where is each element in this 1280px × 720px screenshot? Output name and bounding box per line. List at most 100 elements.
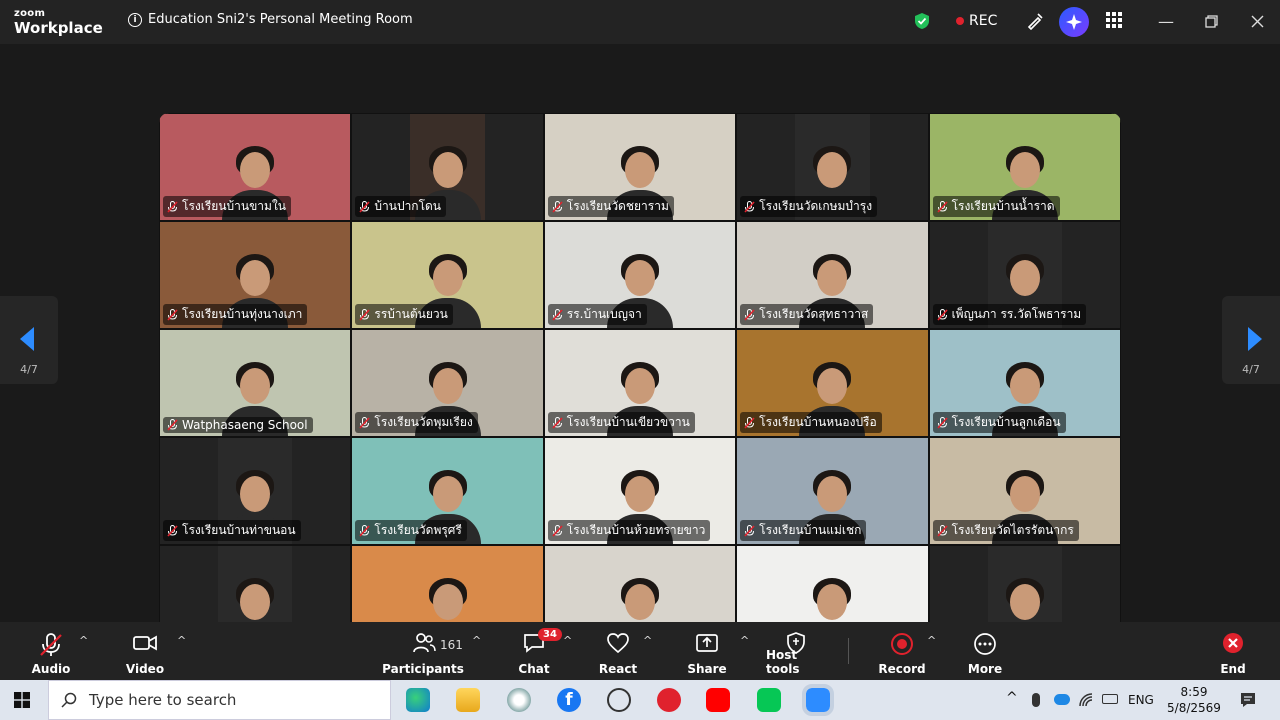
chat-button[interactable]: 34 Chat (516, 622, 562, 680)
participant-tile[interactable]: โรงเรียนบ้านขามใน (159, 113, 352, 221)
participant-tile[interactable]: โรงเรียนบ้านแม่เชก (736, 437, 929, 545)
chevron-right-icon (1248, 327, 1262, 351)
windows-taskbar: Type here to search f ^ ENG 8:59 5/8/256… (0, 680, 1280, 720)
participant-tile[interactable]: รร.บ้านเบญจา (543, 221, 737, 329)
participant-tile[interactable]: โรงเรียนบ้านลูกเดือน (928, 329, 1121, 437)
participant-nameplate: โรงเรียนวัดพรุศรี (355, 520, 467, 541)
participant-nameplate: โรงเรียนบ้านเขียวขวาน (547, 412, 695, 433)
file-explorer-icon[interactable] (456, 688, 480, 712)
participant-tile[interactable]: โรงเรียนบ้านเขียวขวาน (543, 329, 737, 437)
participant-tile[interactable]: โรงเรียนบ้านน้ำราด (928, 113, 1121, 221)
tray-microphone-icon[interactable] (1032, 693, 1040, 707)
aperture-app-icon[interactable] (607, 688, 631, 712)
mic-muted-icon (552, 200, 563, 213)
mic-muted-icon (744, 308, 755, 321)
chat-label: Chat (518, 662, 550, 676)
share-options-caret-icon[interactable]: ^ (740, 634, 749, 647)
ai-companion-button[interactable] (1059, 7, 1089, 37)
apps-grid-icon[interactable] (1106, 12, 1122, 28)
audio-options-caret-icon[interactable]: ^ (79, 634, 88, 647)
video-options-caret-icon[interactable]: ^ (177, 634, 186, 647)
input-language[interactable]: ENG (1128, 693, 1154, 707)
participant-nameplate: Watphasaeng School (163, 417, 313, 433)
mic-muted-icon (552, 416, 563, 429)
restore-icon[interactable] (1205, 15, 1218, 28)
mic-muted-icon (552, 308, 563, 321)
participant-tile[interactable]: บ้านปากโดน (351, 113, 544, 221)
previous-page-button[interactable]: 4/7 (0, 296, 58, 384)
taskbar-search-box[interactable]: Type here to search (48, 680, 391, 720)
participant-tile[interactable]: Watphasaeng School (159, 329, 352, 437)
share-button[interactable]: Share (687, 622, 727, 680)
clock-time: 8:59 (1180, 685, 1208, 699)
participants-options-caret-icon[interactable]: ^ (472, 634, 481, 647)
youtube-icon[interactable] (706, 688, 730, 712)
page-indicator-left: 4/7 (20, 363, 38, 376)
participant-name: โรงเรียนวัดชยาราม (566, 199, 669, 213)
participant-tile[interactable]: โรงเรียนวัดเกษมบำรุง (736, 113, 929, 221)
participant-name: เพ็ญนภา รร.วัดโพธาราม (951, 307, 1082, 321)
video-camera-icon (133, 635, 157, 651)
notifications-icon[interactable] (1239, 691, 1257, 709)
participant-tile[interactable]: โรงเรียนบ้านหนองปรือ (736, 329, 929, 437)
annotate-pen-icon[interactable] (1026, 12, 1044, 30)
chat-options-caret-icon[interactable]: ^ (563, 634, 572, 647)
rec-label: REC (969, 13, 998, 29)
windows-start-icon[interactable] (14, 692, 30, 708)
minimize-icon[interactable]: — (1158, 12, 1174, 31)
more-dots-icon (974, 633, 996, 655)
facebook-icon[interactable]: f (557, 688, 581, 712)
info-icon[interactable]: i (128, 12, 142, 27)
participants-button[interactable]: 161 Participants (382, 622, 464, 680)
record-button[interactable]: Record (878, 622, 926, 680)
tray-chevron-up-icon[interactable]: ^ (1006, 690, 1018, 706)
battery-icon[interactable] (1102, 694, 1118, 704)
mic-muted-icon (744, 200, 755, 213)
participant-tile[interactable]: โรงเรียนบ้านทุ่งนางเภา (159, 221, 352, 329)
participant-tile[interactable]: เพ็ญนภา รร.วัดโพธาราม (928, 221, 1121, 329)
system-clock[interactable]: 8:59 5/8/2569 (1166, 684, 1222, 716)
mic-muted-icon (167, 419, 178, 431)
react-options-caret-icon[interactable]: ^ (643, 634, 652, 647)
participant-tile[interactable]: โรงเรียนวัดไตรรัตนากร (928, 437, 1121, 545)
onedrive-cloud-icon[interactable] (1054, 694, 1070, 705)
line-app-icon[interactable] (757, 688, 781, 712)
next-page-button[interactable]: 4/7 (1222, 296, 1280, 384)
meeting-title: Education Sni2's Personal Meeting Room (148, 12, 413, 27)
share-label: Share (687, 662, 727, 676)
participant-name: บ้านปากโดน (374, 199, 442, 213)
toolbar-divider (848, 638, 849, 664)
participant-nameplate: โรงเรียนบ้านห้วยทรายขาว (547, 520, 711, 541)
video-button[interactable]: Video (125, 622, 165, 680)
more-button[interactable]: More (966, 622, 1004, 680)
participant-name: โรงเรียนวัดไตรรัตนากร (951, 523, 1074, 537)
app-icon[interactable] (507, 688, 531, 712)
meeting-info[interactable]: i Education Sni2's Personal Meeting Room (128, 12, 413, 27)
close-icon[interactable] (1251, 15, 1264, 28)
opera-icon[interactable] (657, 688, 681, 712)
wifi-icon[interactable] (1078, 692, 1094, 708)
participant-tile[interactable]: โรงเรียนวัดพุมเรียง (351, 329, 544, 437)
search-placeholder: Type here to search (89, 691, 237, 709)
participant-tile[interactable]: โรงเรียนบ้านท่าขนอน (159, 437, 352, 545)
participant-tile[interactable]: โรงเรียนวัดชยาราม (543, 113, 737, 221)
audio-button[interactable]: Audio (30, 622, 72, 680)
participant-name: โรงเรียนวัดเกษมบำรุง (759, 199, 873, 213)
host-tools-button[interactable]: Host tools (766, 622, 826, 680)
shield-check-icon[interactable] (914, 12, 930, 30)
participant-nameplate: โรงเรียนบ้านทุ่งนางเภา (163, 304, 308, 325)
mic-muted-icon (167, 200, 178, 213)
participant-tile[interactable]: โรงเรียนวัดพรุศรี (351, 437, 544, 545)
end-meeting-button[interactable]: End (1216, 622, 1250, 680)
react-button[interactable]: React (599, 622, 637, 680)
participant-nameplate: โรงเรียนบ้านหนองปรือ (740, 412, 882, 433)
participant-tile[interactable]: โรงเรียนบ้านห้วยทรายขาว (543, 437, 737, 545)
recording-indicator[interactable]: REC (956, 13, 997, 29)
participant-name: โรงเรียนบ้านแม่เชก (759, 523, 862, 537)
participant-tile[interactable]: รรบ้านต้นยวน (351, 221, 544, 329)
search-icon (61, 692, 77, 708)
zoom-app-icon[interactable] (802, 684, 834, 716)
edge-browser-icon[interactable] (406, 688, 430, 712)
record-options-caret-icon[interactable]: ^ (927, 634, 936, 647)
participant-tile[interactable]: โรงเรียนวัดสุทธาวาส (736, 221, 929, 329)
